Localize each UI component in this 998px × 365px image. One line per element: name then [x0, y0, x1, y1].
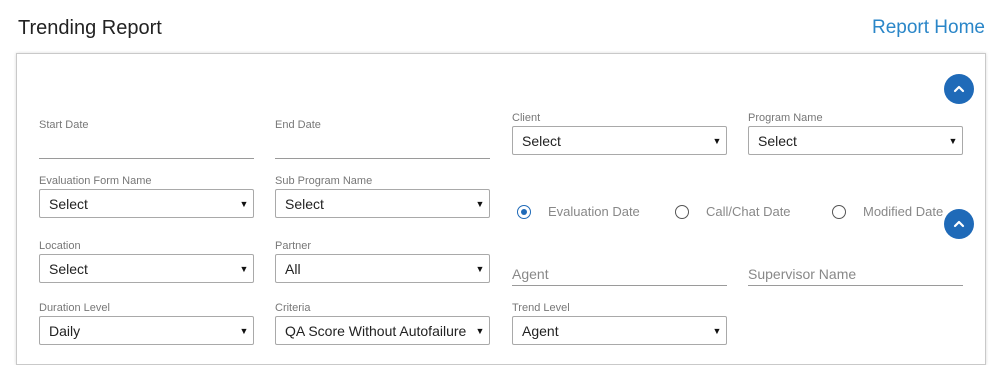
end-date-label: End Date	[275, 119, 321, 131]
start-date-label: Start Date	[39, 119, 89, 131]
evaluation-form-name-value: Select	[49, 195, 88, 212]
partner-value: All	[285, 260, 301, 277]
agent-input[interactable]	[512, 262, 727, 286]
chevron-up-icon	[953, 220, 965, 228]
duration-level-label: Duration Level	[39, 302, 110, 314]
radio-evaluation-date[interactable]: Evaluation Date	[517, 204, 640, 219]
sub-program-name-label: Sub Program Name	[275, 175, 373, 187]
trend-level-value: Agent	[522, 322, 559, 339]
supervisor-name-input[interactable]	[748, 262, 963, 286]
trend-level-select[interactable]: Agent ▼	[512, 316, 727, 345]
dropdown-arrow-icon: ▼	[239, 263, 249, 274]
sub-program-name-select[interactable]: Select ▼	[275, 189, 490, 218]
filter-panel: Start Date End Date Client Select ▼ Prog…	[16, 53, 986, 365]
dropdown-arrow-icon: ▼	[239, 198, 249, 209]
criteria-value: QA Score Without Autofailure	[285, 322, 467, 339]
dropdown-arrow-icon: ▼	[475, 263, 485, 274]
client-select[interactable]: Select ▼	[512, 126, 727, 155]
dropdown-arrow-icon: ▼	[948, 135, 958, 146]
evaluation-form-name-select[interactable]: Select ▼	[39, 189, 254, 218]
program-name-label: Program Name	[748, 112, 823, 124]
radio-unchecked-icon	[675, 204, 689, 219]
dropdown-arrow-icon: ▼	[239, 325, 249, 336]
dropdown-arrow-icon: ▼	[712, 325, 722, 336]
partner-select[interactable]: All ▼	[275, 254, 490, 283]
program-name-select[interactable]: Select ▼	[748, 126, 963, 155]
program-name-value: Select	[758, 132, 797, 149]
radio-checked-icon	[517, 204, 531, 219]
radio-unchecked-icon	[832, 204, 846, 219]
radio-modified-date[interactable]: Modified Date	[832, 204, 943, 219]
radio-call-chat-date[interactable]: Call/Chat Date	[675, 204, 791, 219]
dropdown-arrow-icon: ▼	[712, 135, 722, 146]
collapse-button-secondary[interactable]	[944, 209, 974, 239]
evaluation-form-name-label: Evaluation Form Name	[39, 175, 152, 187]
client-value: Select	[522, 132, 561, 149]
collapse-button[interactable]	[944, 74, 974, 104]
report-home-link[interactable]: Report Home	[872, 17, 985, 39]
dropdown-arrow-icon: ▼	[475, 198, 485, 209]
chevron-up-icon	[953, 85, 965, 93]
location-label: Location	[39, 240, 81, 252]
end-date-input[interactable]	[275, 135, 490, 159]
location-value: Select	[49, 260, 88, 277]
location-select[interactable]: Select ▼	[39, 254, 254, 283]
trend-level-label: Trend Level	[512, 302, 570, 314]
duration-level-value: Daily	[49, 322, 81, 339]
radio-evaluation-date-label: Evaluation Date	[548, 204, 640, 219]
start-date-input[interactable]	[39, 135, 254, 159]
client-label: Client	[512, 112, 541, 124]
radio-call-chat-date-label: Call/Chat Date	[706, 204, 791, 219]
partner-label: Partner	[275, 240, 312, 252]
duration-level-select[interactable]: Daily ▼	[39, 316, 254, 345]
sub-program-name-value: Select	[285, 195, 324, 212]
dropdown-arrow-icon: ▼	[475, 325, 485, 336]
criteria-select[interactable]: QA Score Without Autofailure ▼	[275, 316, 490, 345]
page-title: Trending Report	[18, 17, 162, 39]
radio-modified-date-label: Modified Date	[863, 204, 944, 219]
criteria-label: Criteria	[275, 302, 311, 314]
